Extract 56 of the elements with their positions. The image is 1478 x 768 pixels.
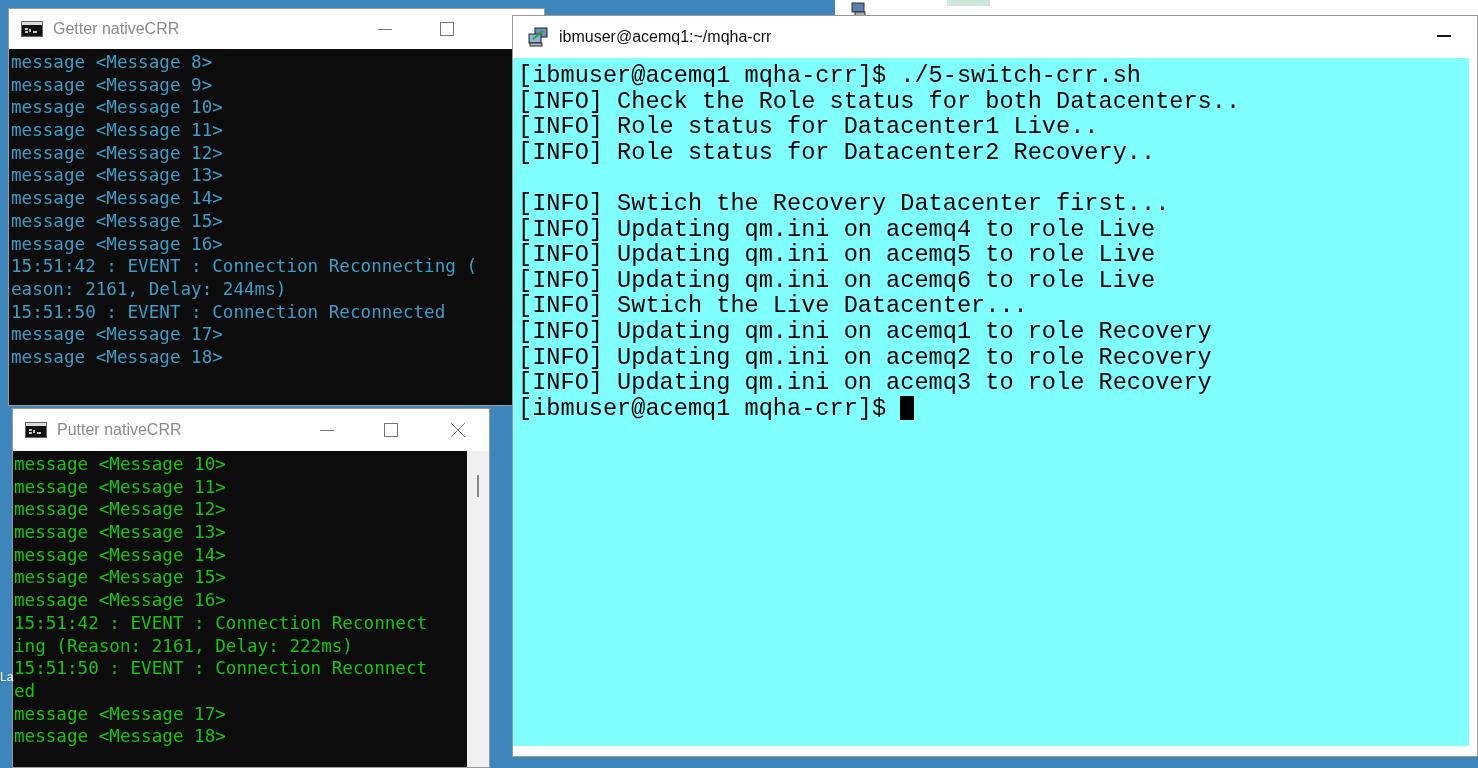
terminal-line: 15:51:50 : EVENT : Connection Reconnected [11, 300, 446, 324]
terminal-line: message <Message 12> [11, 141, 223, 165]
minimize-icon[interactable] [378, 29, 392, 30]
window-title: Getter nativeCRR [53, 19, 180, 39]
terminal-line: message <Message 16> [14, 589, 226, 612]
minimize-icon[interactable] [1437, 35, 1451, 37]
terminal-line: message <Message 15> [14, 566, 226, 590]
terminal-line: message <Message 14> [14, 543, 226, 567]
terminal-line: message <Message 14> [11, 187, 223, 210]
window-title: ibmuser@acemq1:~/mqha-crr [559, 27, 772, 47]
terminal-line: [INFO] Updating qm.ini on acemq5 to role Live [518, 242, 1156, 268]
computer-icon [527, 27, 549, 47]
terminal-line: [INFO] Updating qm.ini on acemq1 to role Recovery [518, 318, 1212, 345]
scrollbar[interactable] [467, 451, 489, 767]
console-icon [25, 422, 47, 438]
terminal-line: [INFO] Swtich the Live Datacenter... [518, 293, 1028, 319]
terminal-line: message <Message 8> [11, 51, 213, 74]
terminal-line: message <Message 9> [11, 73, 213, 97]
window-tab[interactable] [947, 0, 990, 6]
terminal-line: eason: 2161, Delay: 244ms) [11, 277, 287, 301]
terminal-line: message <Message 17> [11, 323, 223, 346]
terminal-line: message <Message 11> [14, 475, 226, 499]
terminal-line: message <Message 16> [11, 232, 223, 256]
terminal-line: 15:51:50 : EVENT : Connection Reconnect [14, 657, 428, 680]
terminal-line: message <Message 18> [14, 725, 226, 748]
terminal-prompt: [ibmuser@acemq1 mqha-crr]$ [518, 394, 888, 422]
terminal-line: [INFO] Updating qm.ini on acemq4 to role Live [518, 216, 1156, 243]
terminal-line: message <Message 13> [14, 521, 226, 544]
maximize-icon[interactable] [440, 22, 454, 36]
console-icon [21, 21, 43, 37]
window-title: Putter nativeCRR [57, 420, 182, 440]
terminal-line: [INFO] Check the Role status for both Datacenters.. [518, 88, 1241, 115]
terminal-line: [INFO] Updating qm.ini on acemq2 to role Recovery [518, 344, 1212, 371]
terminal-line: [INFO] Updating qm.ini on acemq6 to role Live [518, 267, 1156, 294]
terminal-line: [INFO] Swtich the Recovery Datacenter first... [518, 190, 1170, 217]
terminal-line: message <Message 11> [11, 119, 223, 142]
terminal-line: ing (Reason: 2161, Delay: 222ms) [14, 634, 353, 658]
terminal-line: [ibmuser@acemq1 mqha-crr]$ ./5-switch-crr.sh [518, 63, 1141, 89]
terminal-line: message <Message 10> [14, 453, 226, 476]
close-icon[interactable] [451, 423, 465, 437]
maximize-icon[interactable] [384, 423, 398, 437]
computer-icon [849, 2, 869, 16]
terminal-line: message <Message 18> [11, 345, 223, 369]
terminal-line: message <Message 15> [11, 209, 223, 233]
terminal-line: [INFO] Role status for Datacenter1 Live.. [518, 114, 1099, 140]
scrollbar-thumb[interactable] [477, 475, 479, 497]
terminal-line: message <Message 13> [11, 164, 223, 188]
terminal-line: [INFO] Updating qm.ini on acemq3 to role Recovery [518, 370, 1212, 396]
terminal-line: ed [14, 679, 36, 703]
terminal-line: message <Message 12> [14, 498, 226, 522]
terminal-line: message <Message 17> [14, 702, 226, 726]
terminal-line: message <Message 10> [11, 96, 223, 120]
terminal-line: [INFO] Role status for Datacenter2 Recovery.. [518, 139, 1156, 166]
terminal-line: 15:51:42 : EVENT : Connection Reconnect [14, 611, 428, 635]
minimize-icon[interactable] [320, 430, 334, 431]
terminal-line: 15:51:42 : EVENT : Connection Reconnecting ( [11, 255, 478, 278]
